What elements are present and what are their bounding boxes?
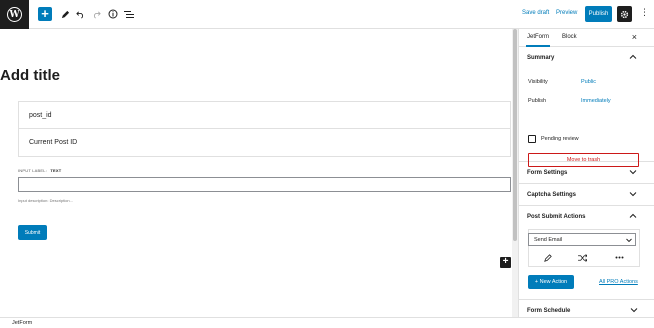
more-options-icon[interactable]: ⋮ — [640, 8, 649, 17]
chevron-down-icon — [629, 170, 637, 175]
settings-gear-icon[interactable] — [617, 6, 632, 22]
chevron-down-icon — [629, 192, 637, 197]
undo-icon[interactable] — [73, 7, 87, 21]
preview-button[interactable]: Preview — [556, 10, 577, 16]
action-conditions-shuffle-icon[interactable] — [578, 253, 587, 262]
add-block-button[interactable]: + — [38, 7, 52, 21]
info-icon[interactable] — [106, 7, 120, 21]
chevron-up-icon — [629, 213, 637, 218]
submit-button[interactable]: Submit — [18, 225, 47, 240]
new-action-button[interactable]: + New Action — [528, 275, 574, 289]
input-label-prefix: INPUT LABEL: — [18, 168, 48, 173]
block-inserter-plus-icon[interactable]: + — [500, 257, 511, 268]
save-draft-button[interactable]: Save draft — [522, 10, 549, 16]
pending-review-checkbox[interactable] — [528, 135, 536, 143]
block-breadcrumb-bar: JetForm — [0, 317, 654, 328]
captcha-settings-panel-header[interactable]: Captcha Settings — [519, 184, 654, 206]
summary-title: Summary — [527, 55, 555, 61]
visibility-label: Visibility — [528, 79, 548, 85]
input-label-value: TEXT — [50, 168, 62, 173]
settings-sidebar: JetForm Block × Summary Visibility Publi… — [518, 29, 654, 317]
publish-label: Publish — [528, 98, 547, 104]
editor-scrollbar-thumb[interactable] — [513, 29, 517, 241]
tab-block[interactable]: Block — [562, 34, 577, 40]
form-schedule-title: Form Schedule — [527, 308, 571, 314]
text-field-label: INPUT LABEL: TEXT — [18, 168, 61, 173]
chevron-down-icon — [626, 238, 632, 243]
post-submit-actions-title: Post Submit Actions — [527, 214, 586, 220]
form-schedule-panel-header[interactable]: Form Schedule — [519, 299, 654, 317]
post-title-input[interactable]: Add title — [0, 67, 60, 84]
summary-panel-header[interactable]: Summary — [519, 47, 654, 69]
form-settings-panel-header[interactable]: Form Settings — [519, 162, 654, 184]
editor-top-toolbar: W + Save draft Preview Publish ⋮ — [0, 0, 654, 29]
visibility-value-link[interactable]: Public — [581, 79, 596, 85]
pending-review-label: Pending review — [541, 136, 579, 142]
redo-icon[interactable] — [89, 7, 103, 21]
hidden-field-block[interactable]: post_id Current Post ID — [18, 101, 511, 157]
post-submit-actions-panel-header[interactable]: Post Submit Actions — [519, 206, 654, 228]
editor-canvas: Add title post_id Current Post ID INPUT … — [0, 29, 518, 317]
breadcrumb-jetform[interactable]: JetForm — [12, 320, 32, 326]
edit-pencil-icon[interactable] — [58, 7, 72, 21]
action-type-selected: Send Email — [534, 236, 563, 243]
form-settings-title: Form Settings — [527, 170, 568, 176]
text-field-input[interactable] — [18, 177, 511, 192]
all-pro-actions-link[interactable]: All PRO Actions — [599, 279, 638, 285]
edit-action-pencil-icon[interactable] — [543, 253, 552, 262]
list-view-icon[interactable] — [122, 7, 136, 21]
wordpress-logo-icon[interactable]: W — [0, 0, 29, 29]
chevron-down-icon — [630, 308, 638, 313]
summary-panel: Summary Visibility Public Publish Immedi… — [519, 47, 654, 167]
action-type-select[interactable]: Send Email — [528, 233, 636, 246]
chevron-up-icon — [629, 54, 637, 59]
tab-jetform[interactable]: JetForm — [525, 34, 551, 47]
captcha-settings-title: Captcha Settings — [527, 192, 577, 198]
close-icon[interactable]: × — [632, 32, 637, 42]
publish-button[interactable]: Publish — [585, 6, 612, 22]
hidden-field-name: post_id — [19, 102, 510, 129]
action-more-icon[interactable] — [615, 253, 624, 262]
publish-date-link[interactable]: Immediately — [581, 98, 611, 104]
input-description: Input description: Description... — [18, 198, 73, 203]
hidden-field-value: Current Post ID — [29, 139, 78, 146]
sidebar-tabs: JetForm Block × — [519, 29, 654, 47]
